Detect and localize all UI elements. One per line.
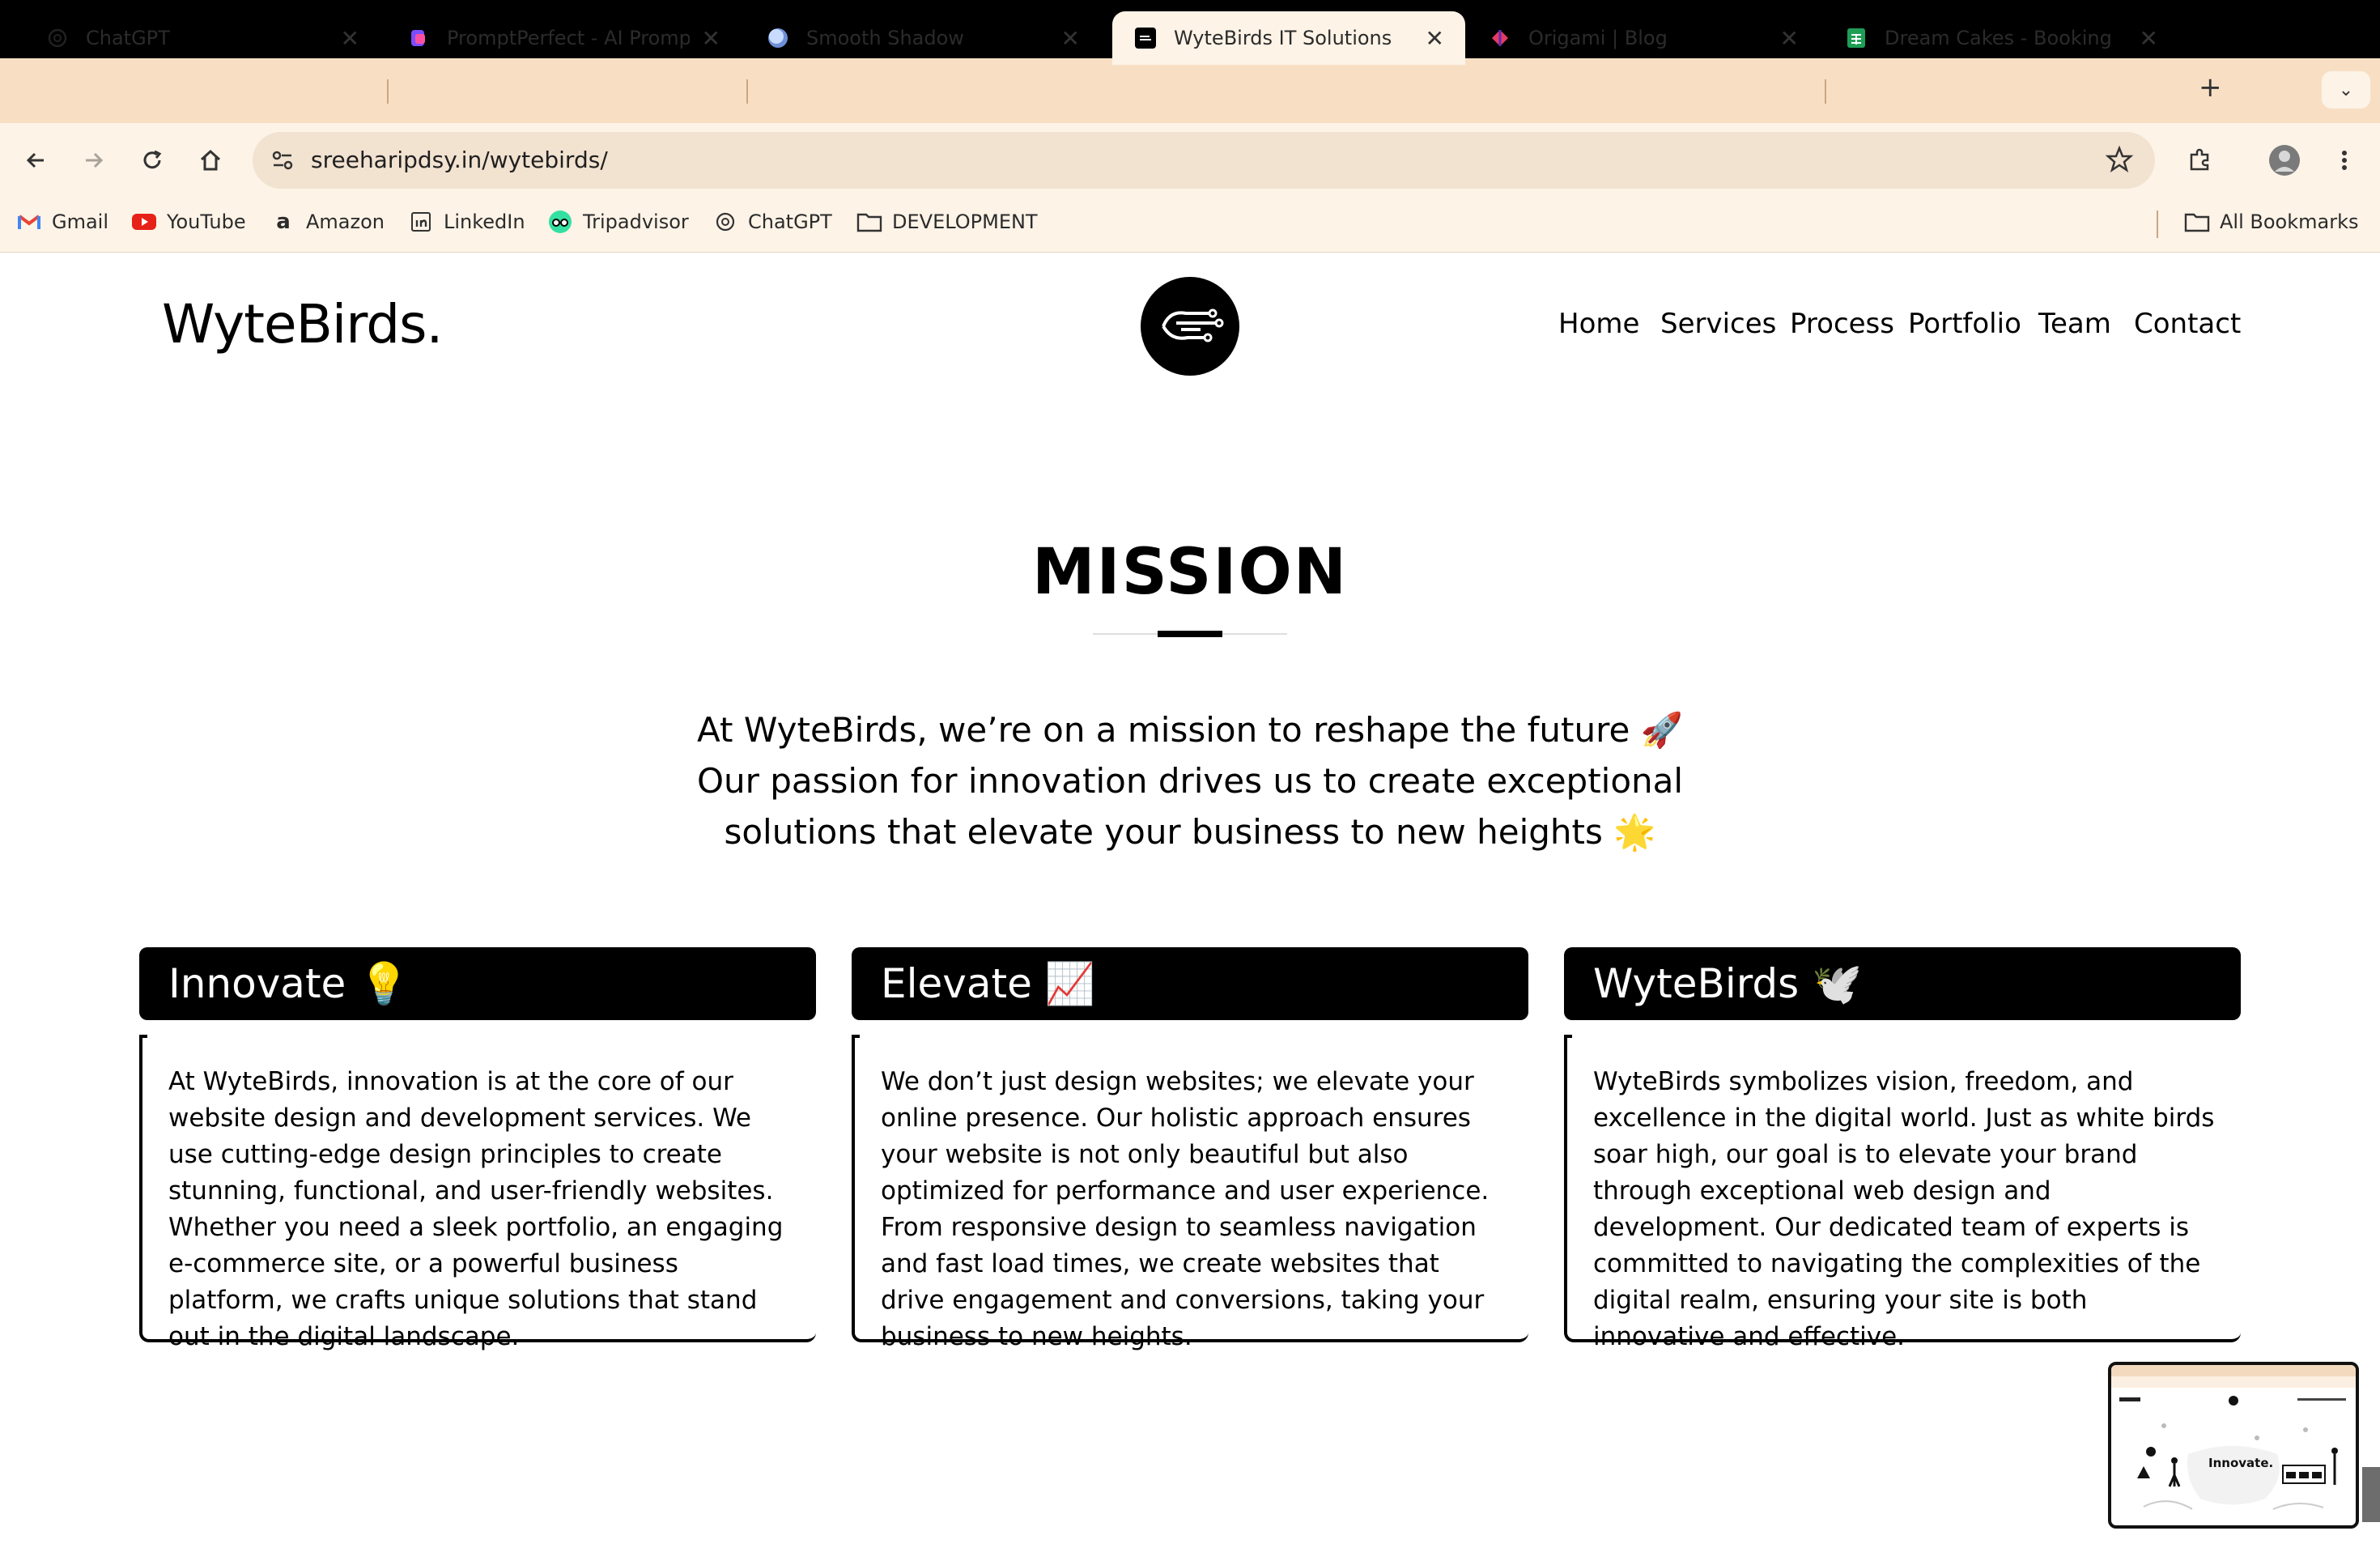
- youtube-icon: [131, 209, 157, 235]
- menu-button[interactable]: [2325, 141, 2364, 180]
- linkedin-icon: [408, 209, 434, 235]
- card-wytebirds-body: WyteBirds symbolizes vision, freedom, an…: [1564, 1035, 2241, 1351]
- nav-contact[interactable]: Contact: [2134, 308, 2241, 340]
- smooth-shadow-icon: [766, 26, 790, 50]
- close-icon[interactable]: ✕: [2140, 25, 2158, 52]
- site-logo[interactable]: WyteBirds.: [162, 293, 443, 355]
- tab-title: Smooth Shadow: [806, 27, 964, 49]
- bookmark-chatgpt[interactable]: ChatGPT: [712, 209, 832, 235]
- close-icon[interactable]: ✕: [1780, 25, 1799, 52]
- tab-divider: [746, 79, 748, 104]
- promptperfect-icon: [406, 26, 431, 50]
- close-icon[interactable]: ✕: [341, 25, 359, 52]
- tab-smooth-shadow[interactable]: Smooth Shadow ✕: [745, 11, 1101, 65]
- tab-chatgpt[interactable]: ChatGPT ✕: [24, 11, 380, 65]
- folder-icon: [2184, 209, 2210, 235]
- amazon-icon: a: [276, 210, 291, 234]
- gmail-icon: [16, 209, 42, 235]
- nav-team[interactable]: Team: [2038, 308, 2111, 340]
- bookmark-label: Gmail: [52, 211, 109, 233]
- tab-title: Origami | Blog: [1528, 27, 1668, 49]
- wytebirds-icon: [1133, 26, 1158, 50]
- tab-divider: [387, 79, 389, 104]
- bookmark-label: DEVELOPMENT: [892, 211, 1038, 233]
- nav-services[interactable]: Services: [1660, 308, 1776, 340]
- tab-promptperfect[interactable]: PromptPerfect - AI Prompt ✕: [385, 11, 742, 65]
- tab-title: WyteBirds IT Solutions: [1174, 27, 1392, 49]
- folder-icon: [856, 209, 882, 235]
- sheets-icon: [1844, 26, 1868, 50]
- section-heading: MISSION: [1031, 536, 1349, 609]
- avatar-icon: [2269, 145, 2300, 176]
- back-button[interactable]: [16, 141, 55, 180]
- bookmark-gmail[interactable]: Gmail: [16, 209, 108, 235]
- nav-home[interactable]: Home: [1558, 308, 1639, 340]
- nav-portfolio[interactable]: Portfolio: [1908, 308, 2021, 340]
- bookmark-youtube[interactable]: YouTube: [131, 209, 246, 235]
- new-tab-button[interactable]: +: [2199, 71, 2222, 104]
- home-button[interactable]: [191, 141, 230, 180]
- chevron-down-icon: ⌄: [2338, 79, 2354, 100]
- arrow-left-icon: [26, 152, 44, 168]
- close-icon[interactable]: ✕: [702, 25, 720, 52]
- heading-accent-bar: [1158, 631, 1222, 637]
- site-settings-icon[interactable]: [269, 147, 296, 178]
- more-vert-icon: [2342, 151, 2347, 170]
- tab-search-button[interactable]: ⌄: [2322, 71, 2370, 108]
- openai-icon: [45, 26, 70, 50]
- tab-title: ChatGPT: [86, 27, 170, 49]
- forward-button[interactable]: [74, 141, 113, 180]
- card-elevate-title: Elevate 📈: [852, 947, 1528, 1020]
- bookmark-label: YouTube: [167, 211, 246, 233]
- tab-title: PromptPerfect - AI Prompt: [447, 27, 690, 49]
- bookmark-label: Amazon: [306, 211, 385, 233]
- puzzle-icon: [2190, 148, 2209, 171]
- url-text: sreeharipdsy.in/wytebirds/: [311, 147, 608, 173]
- origami-icon: [1488, 26, 1512, 50]
- all-bookmarks-button[interactable]: All Bookmarks: [2184, 209, 2358, 235]
- bookmark-folder-development[interactable]: DEVELOPMENT: [856, 209, 1038, 235]
- site-emblem[interactable]: [1141, 277, 1239, 376]
- bookmark-linkedin[interactable]: LinkedIn: [408, 209, 525, 235]
- chrome-divider: [0, 252, 2380, 253]
- card-wytebirds-title: WyteBirds 🕊️: [1564, 947, 2241, 1020]
- tab-title: Dream Cakes - Booking - G: [1885, 27, 2111, 49]
- card-innovate-title: Innovate 💡: [139, 947, 816, 1020]
- tab-strip: [0, 58, 2380, 123]
- profile-avatar[interactable]: [2265, 141, 2304, 180]
- page-preview-thumbnail[interactable]: Innovate.: [2108, 1362, 2359, 1529]
- bookmark-label: ChatGPT: [748, 211, 832, 233]
- bookmarks-divider: [2157, 211, 2158, 238]
- bookmark-label: LinkedIn: [444, 211, 525, 233]
- preview-label: Innovate.: [2208, 1456, 2274, 1470]
- extensions-button[interactable]: [2181, 141, 2220, 180]
- card-innovate-body: At WyteBirds, innovation is at the core …: [139, 1035, 816, 1351]
- all-bookmarks-label: All Bookmarks: [2220, 211, 2359, 233]
- tab-origami[interactable]: Origami | Blog ✕: [1467, 11, 1820, 65]
- reload-button[interactable]: [133, 141, 172, 180]
- tab-divider: [1825, 79, 1826, 104]
- mission-intro: At WyteBirds, we’re on a mission to resh…: [696, 710, 1684, 852]
- tripadvisor-icon: [547, 209, 573, 235]
- arrow-right-icon: [86, 152, 104, 168]
- openai-icon: [712, 209, 738, 235]
- bookmark-amazon[interactable]: a Amazon: [270, 209, 385, 235]
- preview-illustration: [2111, 1365, 2356, 1510]
- nav-process[interactable]: Process: [1790, 308, 1894, 340]
- bookmark-star-icon[interactable]: [2105, 145, 2134, 178]
- bookmark-label: Tripadvisor: [583, 211, 689, 233]
- bookmark-tripadvisor[interactable]: Tripadvisor: [547, 209, 689, 235]
- close-icon[interactable]: ✕: [1426, 25, 1444, 52]
- tab-wytebirds[interactable]: WyteBirds IT Solutions ✕: [1112, 11, 1465, 65]
- scrollbar-thumb[interactable]: [2362, 1467, 2380, 1522]
- reload-icon: [143, 150, 162, 169]
- address-bar[interactable]: sreeharipdsy.in/wytebirds/: [253, 132, 2155, 189]
- card-elevate-body: We don’t just design websites; we elevat…: [852, 1035, 1528, 1351]
- tab-dream-cakes[interactable]: Dream Cakes - Booking - G ✕: [1823, 11, 2179, 65]
- circuit-bird-icon: [1162, 308, 1224, 342]
- close-icon[interactable]: ✕: [1061, 25, 1080, 52]
- home-icon: [200, 149, 221, 171]
